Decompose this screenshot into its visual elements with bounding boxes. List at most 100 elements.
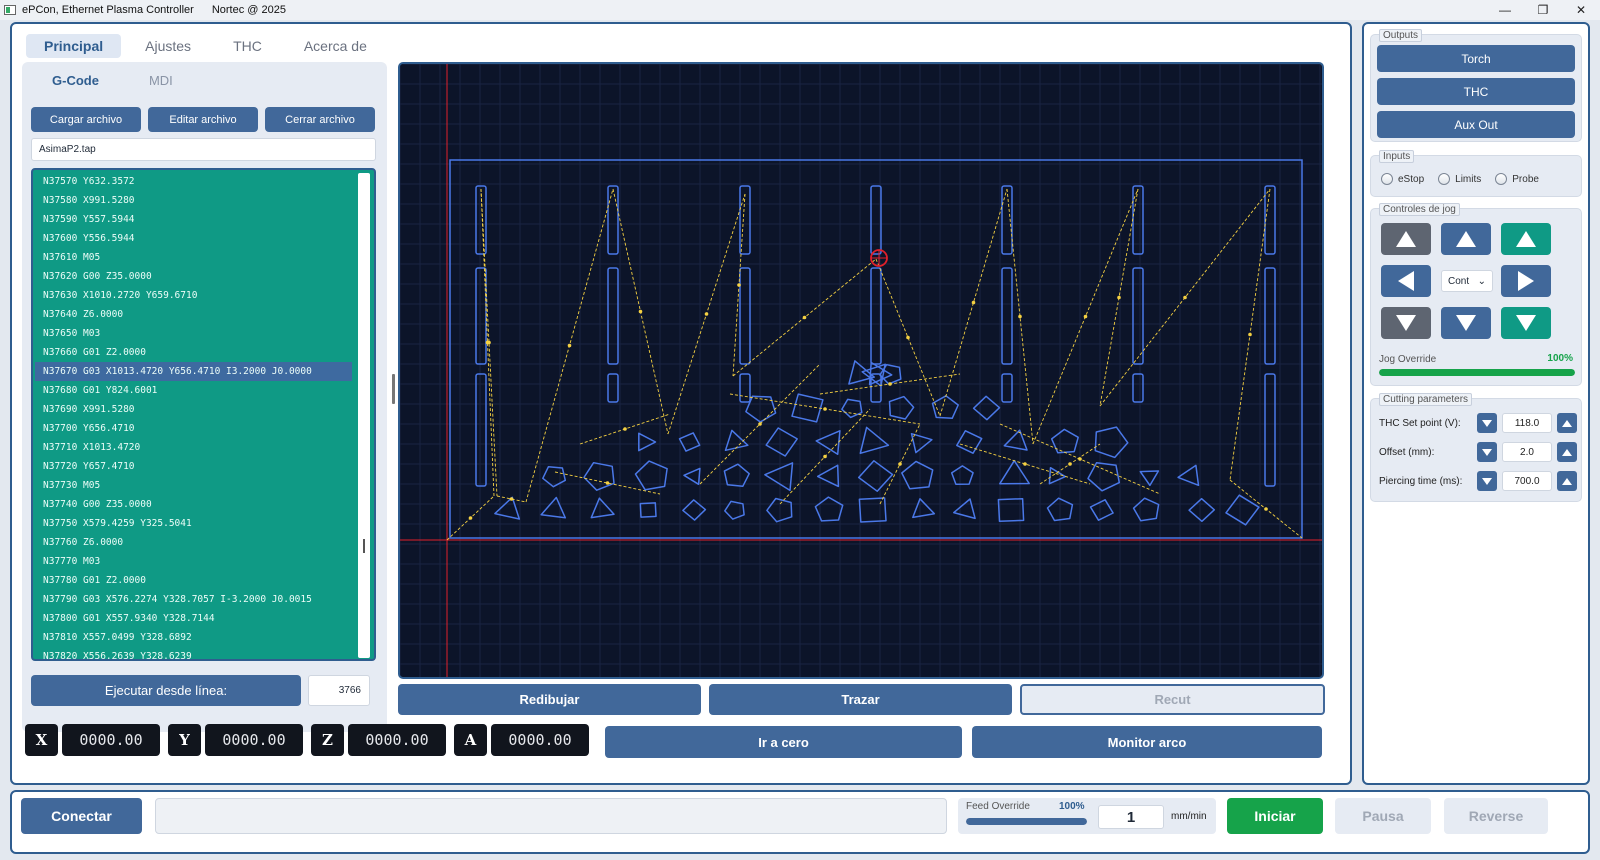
dro-readout: X 0000.00 Y 0000.00 Z 0000.00 A 0000.00 (25, 724, 593, 756)
gcode-line[interactable]: N37720 Y657.4710 (35, 457, 352, 476)
gcode-line[interactable]: N37790 G03 X576.2274 Y328.7057 I-3.2000 … (35, 590, 352, 609)
go-to-zero-button[interactable]: Ir a cero (605, 726, 962, 758)
part-outline (901, 460, 934, 490)
gcode-line[interactable]: N37780 G01 Z2.0000 (35, 571, 352, 590)
jog-override-label: Jog Override (1379, 354, 1437, 365)
rapid-arrow-marker (823, 454, 827, 459)
gcode-line[interactable]: N37820 X556.2639 Y328.6239 (35, 647, 352, 659)
axis-y-value[interactable]: 0000.00 (205, 724, 303, 756)
minimize-icon[interactable]: — (1486, 0, 1524, 20)
tab-ajustes[interactable]: Ajustes (127, 34, 209, 58)
gcode-line[interactable]: N37710 X1013.4720 (35, 438, 352, 457)
slot-outline (607, 373, 619, 403)
gcode-line[interactable]: N37610 M05 (35, 248, 352, 267)
file-name-field[interactable]: AsimaP2.tap (31, 138, 376, 161)
piercing-time-increase-button[interactable] (1557, 471, 1577, 491)
feed-rate-field[interactable]: 1 (1098, 805, 1164, 829)
thc-button[interactable]: THC (1377, 78, 1575, 105)
run-from-line-button[interactable]: Ejecutar desde línea: (31, 675, 301, 706)
offset-decrease-button[interactable] (1477, 442, 1497, 462)
axis-x-value[interactable]: 0000.00 (62, 724, 160, 756)
gcode-line[interactable]: N37580 X991.5280 (35, 191, 352, 210)
gcode-line[interactable]: N37590 Y557.5944 (35, 210, 352, 229)
axis-z-value[interactable]: 0000.00 (348, 724, 446, 756)
jog-override-slider[interactable] (1379, 369, 1575, 376)
gcode-line[interactable]: N37620 G00 Z35.0000 (35, 267, 352, 286)
jog-a-down-button[interactable] (1501, 307, 1551, 339)
feed-override-slider[interactable] (966, 818, 1087, 825)
gcode-line[interactable]: N37600 Y556.5944 (35, 229, 352, 248)
subtab-gcode[interactable]: G-Code (30, 68, 121, 93)
jog-y-up-button[interactable] (1441, 223, 1491, 255)
rapid-arrow-marker (758, 422, 762, 426)
tab-thc[interactable]: THC (215, 34, 280, 58)
jog-a-up-button[interactable] (1501, 223, 1551, 255)
gcode-line[interactable]: N37750 X579.4259 Y325.5041 (35, 514, 352, 533)
gcode-line[interactable]: N37660 G01 Z2.0000 (35, 343, 352, 362)
slot-outline (475, 373, 487, 487)
offset-increase-button[interactable] (1557, 442, 1577, 462)
start-button[interactable]: Iniciar (1227, 798, 1323, 834)
offset-field[interactable]: 2.0 (1502, 442, 1552, 462)
tab-acerca-de[interactable]: Acerca de (286, 34, 385, 58)
scroll-thumb[interactable] (363, 539, 365, 553)
rapid-arrow-marker (1078, 457, 1082, 461)
thc-setpoint-field[interactable]: 118.0 (1502, 413, 1552, 433)
connect-button[interactable]: Conectar (21, 798, 142, 834)
gcode-line[interactable]: N37810 X557.0499 Y328.6892 (35, 628, 352, 647)
recut-button[interactable]: Recut (1020, 684, 1325, 715)
torch-button[interactable]: Torch (1377, 45, 1575, 72)
thc-setpoint-increase-button[interactable] (1557, 413, 1577, 433)
rapid-arrow-marker (605, 481, 610, 485)
gcode-line[interactable]: N37630 X1010.2720 Y659.6710 (35, 286, 352, 305)
load-file-button[interactable]: Cargar archivo (31, 107, 141, 132)
toolpath-canvas[interactable] (398, 62, 1324, 679)
jog-y-down-button[interactable] (1441, 307, 1491, 339)
trace-button[interactable]: Trazar (709, 684, 1012, 715)
limits-led-icon (1438, 173, 1451, 185)
offset-row: Offset (mm): 2.0 (1379, 441, 1579, 463)
arc-monitor-button[interactable]: Monitor arco (972, 726, 1322, 758)
gcode-line[interactable]: N37670 G03 X1013.4720 Y656.4710 I3.2000 … (35, 362, 352, 381)
reverse-button[interactable]: Reverse (1444, 798, 1548, 834)
close-icon[interactable]: ✕ (1562, 0, 1600, 20)
rapid-arrow-marker (823, 407, 827, 411)
tab-principal[interactable]: Principal (26, 34, 122, 58)
close-file-button[interactable]: Cerrar archivo (265, 107, 375, 132)
part-outline (972, 395, 1001, 421)
gcode-line[interactable]: N37770 M03 (35, 552, 352, 571)
gcode-line[interactable]: N37800 G01 X557.9340 Y328.7144 (35, 609, 352, 628)
gcode-line[interactable]: N37730 M05 (35, 476, 352, 495)
jog-x-right-button[interactable] (1501, 265, 1551, 297)
piercing-time-field[interactable]: 700.0 (1502, 471, 1552, 491)
gcode-line[interactable]: N37640 Z6.0000 (35, 305, 352, 324)
maximize-icon[interactable]: ❐ (1524, 0, 1562, 20)
pause-button[interactable]: Pausa (1335, 798, 1431, 834)
piercing-time-decrease-button[interactable] (1477, 471, 1497, 491)
jog-mode-select[interactable]: Cont ⌄ (1441, 270, 1493, 292)
gcode-line[interactable]: N37700 Y656.4710 (35, 419, 352, 438)
gcode-line[interactable]: N37740 G00 Z35.0000 (35, 495, 352, 514)
aux-out-button[interactable]: Aux Out (1377, 111, 1575, 138)
title-bar: ePCon, Ethernet Plasma Controller Nortec… (0, 0, 1600, 20)
gcode-line[interactable]: N37690 X991.5280 (35, 400, 352, 419)
jog-z-down-button[interactable] (1381, 307, 1431, 339)
thc-setpoint-decrease-button[interactable] (1477, 413, 1497, 433)
gcode-line[interactable]: N37760 Z6.0000 (35, 533, 352, 552)
gcode-line[interactable]: N37570 Y632.3572 (35, 172, 352, 191)
gcode-listing[interactable]: N37570 Y632.3572 N37580 X991.5280 N37590 Y… (31, 168, 376, 661)
redraw-button[interactable]: Redibujar (398, 684, 701, 715)
slot-outline (1132, 373, 1144, 403)
jog-z-up-button[interactable] (1381, 223, 1431, 255)
gcode-line[interactable]: N37680 G01 Y824.6001 (35, 381, 352, 400)
jog-x-left-button[interactable] (1381, 265, 1431, 297)
axis-a-value[interactable]: 0000.00 (491, 724, 589, 756)
gcode-line[interactable]: N37650 M03 (35, 324, 352, 343)
panel-splitter[interactable] (392, 374, 395, 404)
start-line-input[interactable]: 3766 (308, 675, 370, 706)
part-outline (1139, 470, 1160, 487)
subtab-mdi[interactable]: MDI (127, 68, 195, 93)
feed-override-box: Feed Override 100% 1 mm/min (958, 798, 1216, 834)
gcode-scrollbar[interactable] (358, 173, 370, 658)
edit-file-button[interactable]: Editar archivo (148, 107, 258, 132)
